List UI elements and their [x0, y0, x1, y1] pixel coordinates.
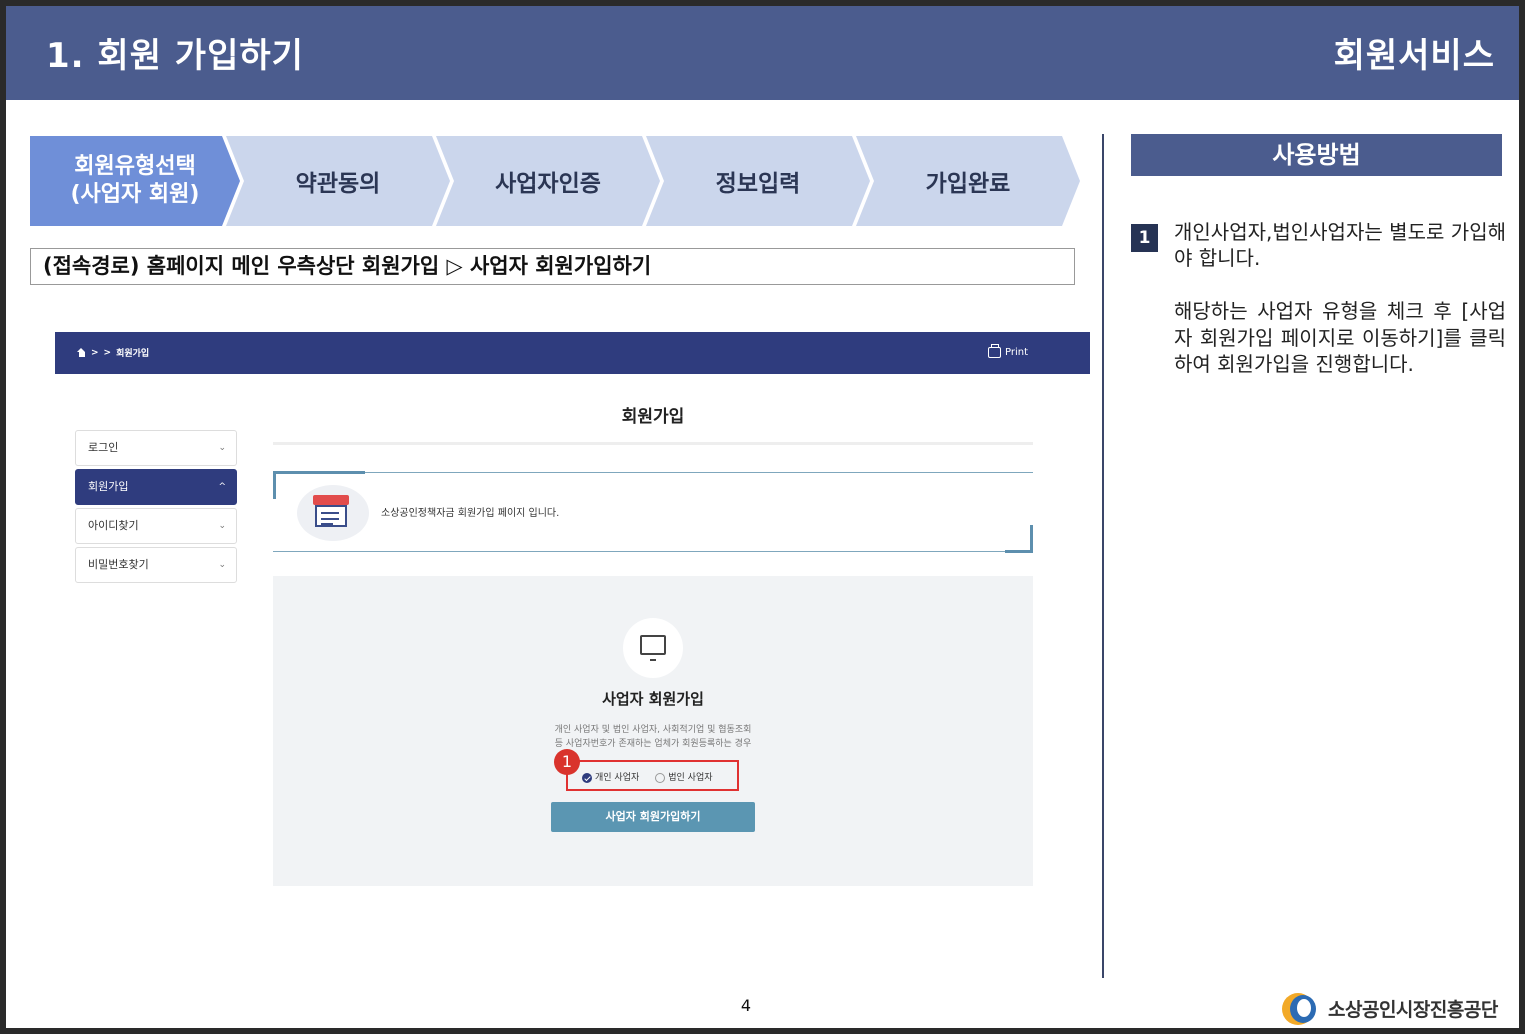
breadcrumb-current[interactable]: 회원가입: [116, 346, 149, 359]
section-divider: [273, 442, 1033, 445]
step-member-type: 회원유형선택 (사업자 회원): [30, 136, 240, 226]
vertical-divider: [1102, 134, 1104, 978]
monitor-icon-bg: [623, 618, 683, 678]
org-name: 소상공인시장진흥공단: [1328, 998, 1498, 1021]
signup-notice-box: 소상공인정책자금 회원가입 페이지 입니다.: [273, 471, 1033, 553]
instruction-text: 해당하는 사업자 유형을 체크 후 [사업자 회원가입 페이지로 이동하기]를 …: [1174, 299, 1506, 376]
site-navbar: > > 회원가입 Print: [55, 332, 1090, 374]
printer-icon: [987, 344, 1001, 358]
step-number-badge: 1: [1131, 224, 1158, 252]
sidebar-item-signup[interactable]: 회원가입 ^: [75, 469, 237, 505]
chevron-down-icon: ⌄: [218, 521, 226, 531]
sidebar-item-label: 아이디찾기: [88, 519, 139, 532]
home-icon[interactable]: [77, 348, 86, 357]
step-member-type-line2: (사업자 회원): [70, 182, 200, 207]
monitor-icon: [640, 635, 666, 661]
notice-corner: [1030, 525, 1033, 553]
signup-steps: 회원유형선택 (사업자 회원) 약관동의 사업자인증 정보입력 가입완료: [30, 136, 1080, 226]
radio-individual-business[interactable]: 개인 사업자: [582, 770, 639, 783]
business-signup-button[interactable]: 사업자 회원가입하기: [551, 802, 755, 832]
business-signup-panel: 사업자 회원가입 개인 사업자 및 법인 사업자, 사회적기업 및 협동조회 등…: [273, 576, 1033, 886]
step-member-type-line1: 회원유형선택: [74, 154, 196, 179]
print-button[interactable]: Print: [987, 344, 1028, 358]
print-label: Print: [1004, 347, 1028, 358]
radio-label: 법인 사업자: [668, 773, 713, 783]
annotation-marker: 1: [554, 749, 580, 775]
sidebar-item-label: 회원가입: [88, 480, 129, 493]
radio-corporate-business[interactable]: 법인 사업자: [655, 770, 713, 783]
application-form-icon: [313, 495, 349, 529]
sidebar-item-label: 로그인: [88, 441, 119, 454]
website-screenshot: > > 회원가입 Print 회원가입 로그인 ⌄ 회원가입 ^ 아이디찾기 ⌄…: [55, 332, 1090, 912]
sidebar-item-label: 비밀번호찾기: [88, 558, 149, 571]
access-path: (접속경로) 홈페이지 메인 우측상단 회원가입 ▷ 사업자 회원가입하기: [30, 248, 1075, 285]
step-terms: 약관동의: [226, 136, 450, 226]
sidebar-item-find-password[interactable]: 비밀번호찾기 ⌄: [75, 547, 237, 583]
business-signup-title: 사업자 회원가입: [602, 690, 704, 708]
slide-title: 1. 회원 가입하기: [46, 36, 304, 76]
sidebar-item-find-id[interactable]: 아이디찾기 ⌄: [75, 508, 237, 544]
org-logo: 소상공인시장진흥공단: [1282, 991, 1498, 1025]
slide-header: 1. 회원 가입하기 회원서비스: [6, 6, 1519, 100]
chevron-up-icon: ^: [218, 482, 226, 492]
notice-corner: [273, 471, 276, 499]
business-signup-description: 개인 사업자 및 법인 사업자, 사회적기업 및 협동조회 등 사업자번호가 존…: [528, 723, 778, 751]
notice-text: 소상공인정책자금 회원가입 페이지 입니다.: [381, 508, 560, 519]
chevron-down-icon: ⌄: [218, 560, 226, 570]
breadcrumb: > > 회원가입: [77, 346, 149, 359]
business-type-selector: 개인 사업자 법인 사업자: [566, 760, 739, 791]
step-info-input: 정보입력: [646, 136, 870, 226]
description-line: 개인 사업자 및 법인 사업자, 사회적기업 및 협동조회: [554, 725, 752, 735]
sidebar-item-login[interactable]: 로그인 ⌄: [75, 430, 237, 466]
notice-corner: [273, 471, 365, 474]
org-emblem-icon: [1282, 991, 1320, 1025]
howto-title: 사용방법: [1131, 134, 1502, 176]
step-business-auth: 사업자인증: [436, 136, 660, 226]
page-number: 4: [740, 996, 752, 1015]
breadcrumb-separator: >: [103, 347, 112, 358]
breadcrumb-separator: >: [91, 347, 99, 358]
step-complete: 가입완료: [856, 136, 1080, 226]
chevron-down-icon: ⌄: [218, 443, 226, 453]
radio-unchecked-icon[interactable]: [655, 772, 666, 783]
radio-checked-icon[interactable]: [582, 772, 592, 783]
service-label: 회원서비스: [1333, 36, 1495, 76]
instruction-text: 개인사업자,법인사업자는 별도로 가입해야 합니다.: [1174, 220, 1506, 270]
section-title: 회원가입: [621, 407, 685, 427]
slide-page: 1. 회원 가입하기 회원서비스 회원유형선택 (사업자 회원) 약관동의 사업…: [6, 6, 1519, 1028]
notice-corner: [1005, 550, 1033, 553]
radio-label: 개인 사업자: [595, 773, 640, 783]
